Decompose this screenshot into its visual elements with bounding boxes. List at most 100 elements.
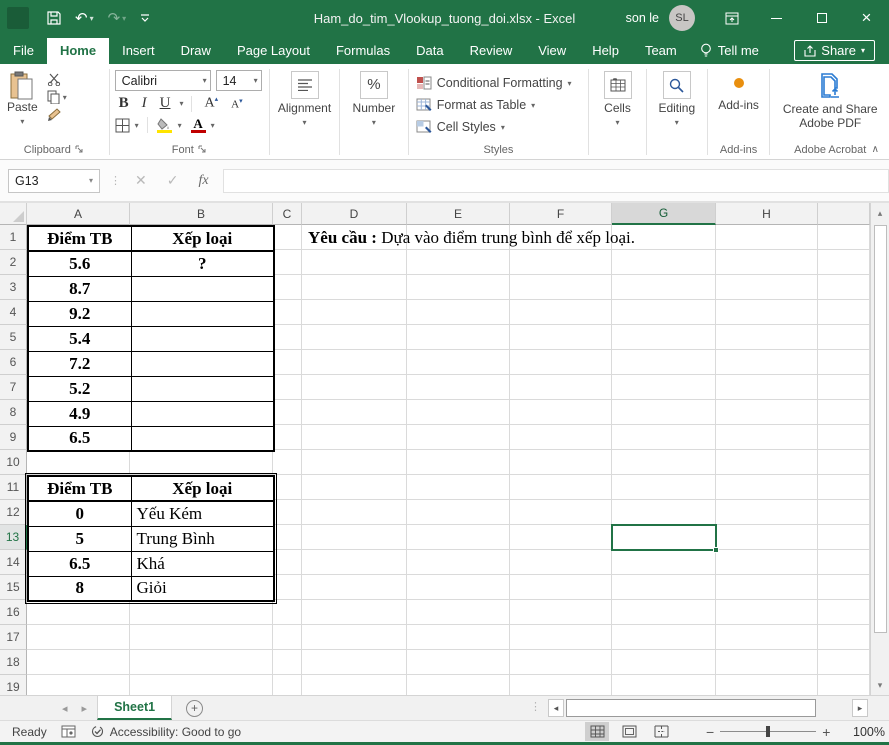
- table-cell[interactable]: 6.5: [28, 551, 131, 576]
- cell[interactable]: [818, 250, 870, 275]
- selected-cell[interactable]: [611, 524, 717, 551]
- cell[interactable]: [407, 450, 510, 475]
- avatar[interactable]: SL: [669, 5, 695, 31]
- cell[interactable]: [612, 475, 716, 500]
- page-layout-view-button[interactable]: [617, 722, 641, 741]
- cell[interactable]: [302, 450, 407, 475]
- cell[interactable]: [510, 525, 612, 550]
- tab-formulas[interactable]: Formulas: [323, 38, 403, 64]
- cell[interactable]: [302, 250, 407, 275]
- paste-button[interactable]: Paste ▾: [0, 67, 45, 142]
- table-cell[interactable]: [131, 326, 274, 351]
- column-header-D[interactable]: D: [302, 203, 407, 225]
- cell[interactable]: [407, 300, 510, 325]
- row-header-8[interactable]: 8: [0, 400, 27, 425]
- cell[interactable]: [716, 450, 818, 475]
- table-cell[interactable]: Yếu Kém: [131, 501, 274, 526]
- cell[interactable]: [716, 650, 818, 675]
- cell[interactable]: [510, 375, 612, 400]
- cell-styles-button[interactable]: Cell Styles ▾: [416, 116, 581, 138]
- cell[interactable]: [510, 425, 612, 450]
- fill-color-button[interactable]: [156, 117, 173, 133]
- formula-input[interactable]: [224, 169, 889, 193]
- redo-button[interactable]: ↷▾: [102, 7, 133, 29]
- cell[interactable]: [716, 300, 818, 325]
- column-header-H[interactable]: H: [716, 203, 818, 225]
- cell[interactable]: [818, 225, 870, 250]
- cell[interactable]: [716, 400, 818, 425]
- cell[interactable]: [818, 300, 870, 325]
- row-header-9[interactable]: 9: [0, 425, 27, 450]
- cell[interactable]: [612, 450, 716, 475]
- cells-button[interactable]: Cells ▾: [597, 67, 639, 159]
- macro-record-button[interactable]: [61, 725, 76, 738]
- row-header-12[interactable]: 12: [0, 500, 27, 525]
- cell[interactable]: [612, 550, 716, 575]
- cell[interactable]: [302, 325, 407, 350]
- cell[interactable]: [302, 475, 407, 500]
- cell[interactable]: [273, 375, 302, 400]
- zoom-slider-thumb[interactable]: [766, 726, 770, 737]
- tab-help[interactable]: Help: [579, 38, 632, 64]
- cell[interactable]: [302, 300, 407, 325]
- row-header-18[interactable]: 18: [0, 650, 27, 675]
- cell[interactable]: [27, 625, 130, 650]
- name-box[interactable]: G13 ▾: [8, 169, 100, 193]
- cell[interactable]: [273, 600, 302, 625]
- horizontal-scroll-thumb[interactable]: [566, 699, 816, 717]
- table-cell[interactable]: 4.9: [28, 401, 131, 426]
- cell[interactable]: [273, 625, 302, 650]
- cell[interactable]: [818, 325, 870, 350]
- table-cell[interactable]: [131, 301, 274, 326]
- tab-scroll-splitter[interactable]: ⋮: [530, 700, 541, 713]
- cell[interactable]: [273, 425, 302, 450]
- cell[interactable]: [818, 525, 870, 550]
- alignment-button[interactable]: Alignment ▾: [271, 67, 338, 159]
- cell[interactable]: [716, 500, 818, 525]
- cell[interactable]: [716, 600, 818, 625]
- row-header-15[interactable]: 15: [0, 575, 27, 600]
- table-header-cell[interactable]: Điểm TB: [28, 476, 131, 501]
- tab-draw[interactable]: Draw: [168, 38, 224, 64]
- row-header-14[interactable]: 14: [0, 550, 27, 575]
- tab-home[interactable]: Home: [47, 38, 109, 64]
- cell[interactable]: [818, 425, 870, 450]
- cell[interactable]: [818, 675, 870, 695]
- cell[interactable]: [130, 600, 273, 625]
- cell[interactable]: [407, 600, 510, 625]
- cell[interactable]: [510, 275, 612, 300]
- formula-bar-divider[interactable]: ⋮: [100, 174, 131, 187]
- copy-button[interactable]: ▾: [47, 90, 67, 104]
- cell[interactable]: [302, 525, 407, 550]
- cell[interactable]: [612, 275, 716, 300]
- cell[interactable]: [510, 400, 612, 425]
- font-color-button[interactable]: A: [191, 118, 206, 133]
- cell[interactable]: [716, 550, 818, 575]
- cell[interactable]: [407, 475, 510, 500]
- row-header-5[interactable]: 5: [0, 325, 27, 350]
- fill-handle[interactable]: [713, 547, 719, 553]
- cell[interactable]: [716, 625, 818, 650]
- cell[interactable]: [818, 575, 870, 600]
- table-header-cell[interactable]: Điểm TB: [28, 226, 131, 251]
- cell[interactable]: [407, 650, 510, 675]
- minimize-button[interactable]: [754, 0, 799, 36]
- cell[interactable]: [612, 600, 716, 625]
- table-header-cell[interactable]: Xếp loại: [131, 476, 274, 501]
- cell[interactable]: [818, 400, 870, 425]
- zoom-in-button[interactable]: +: [816, 724, 836, 740]
- cell[interactable]: [510, 675, 612, 695]
- hscroll-left-arrow[interactable]: ◂: [548, 699, 564, 717]
- row-header-17[interactable]: 17: [0, 625, 27, 650]
- cell[interactable]: [510, 475, 612, 500]
- clipboard-dialog-launcher[interactable]: [75, 145, 84, 154]
- table-cell[interactable]: Giỏi: [131, 576, 274, 601]
- row-header-2[interactable]: 2: [0, 250, 27, 275]
- excel-app-icon[interactable]: [7, 7, 29, 29]
- column-header-E[interactable]: E: [407, 203, 510, 225]
- cell[interactable]: [407, 375, 510, 400]
- table-cell[interactable]: 5.4: [28, 326, 131, 351]
- cell[interactable]: [302, 625, 407, 650]
- tab-data[interactable]: Data: [403, 38, 456, 64]
- column-header-G[interactable]: G: [612, 203, 716, 225]
